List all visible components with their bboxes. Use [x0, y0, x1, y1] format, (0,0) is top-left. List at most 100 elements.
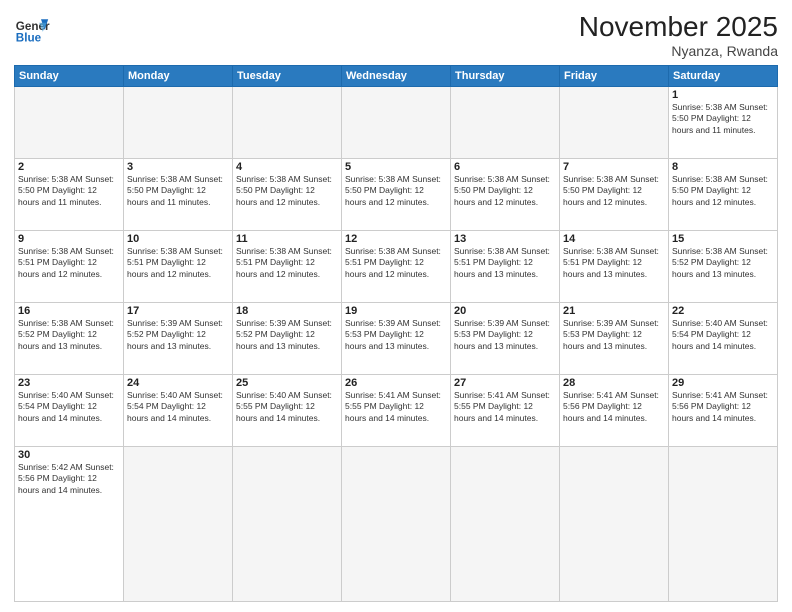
header: General Blue November 2025 Nyanza, Rwand… [14, 12, 778, 59]
col-tuesday: Tuesday [233, 65, 342, 86]
day-number: 6 [454, 161, 556, 173]
calendar-cell-3-1: 17Sunrise: 5:39 AM Sunset: 5:52 PM Dayli… [124, 302, 233, 374]
calendar-table: Sunday Monday Tuesday Wednesday Thursday… [14, 65, 778, 602]
day-info: Sunrise: 5:38 AM Sunset: 5:50 PM Dayligh… [18, 174, 120, 208]
calendar-cell-3-2: 18Sunrise: 5:39 AM Sunset: 5:52 PM Dayli… [233, 302, 342, 374]
calendar-cell-4-3: 26Sunrise: 5:41 AM Sunset: 5:55 PM Dayli… [342, 374, 451, 446]
calendar-cell-3-0: 16Sunrise: 5:38 AM Sunset: 5:52 PM Dayli… [15, 302, 124, 374]
day-info: Sunrise: 5:41 AM Sunset: 5:56 PM Dayligh… [672, 390, 774, 424]
calendar-cell-5-0: 30Sunrise: 5:42 AM Sunset: 5:56 PM Dayli… [15, 446, 124, 601]
day-info: Sunrise: 5:38 AM Sunset: 5:52 PM Dayligh… [18, 318, 120, 352]
day-number: 12 [345, 233, 447, 245]
calendar-cell-2-4: 13Sunrise: 5:38 AM Sunset: 5:51 PM Dayli… [451, 230, 560, 302]
calendar-cell-5-1 [124, 446, 233, 601]
calendar-cell-1-2: 4Sunrise: 5:38 AM Sunset: 5:50 PM Daylig… [233, 158, 342, 230]
day-info: Sunrise: 5:40 AM Sunset: 5:54 PM Dayligh… [672, 318, 774, 352]
week-row-3: 16Sunrise: 5:38 AM Sunset: 5:52 PM Dayli… [15, 302, 778, 374]
col-monday: Monday [124, 65, 233, 86]
day-number: 27 [454, 377, 556, 389]
calendar-cell-1-0: 2Sunrise: 5:38 AM Sunset: 5:50 PM Daylig… [15, 158, 124, 230]
page: General Blue November 2025 Nyanza, Rwand… [0, 0, 792, 612]
week-row-0: 1Sunrise: 5:38 AM Sunset: 5:50 PM Daylig… [15, 86, 778, 158]
calendar-title: November 2025 [579, 12, 778, 43]
day-number: 29 [672, 377, 774, 389]
week-row-5: 30Sunrise: 5:42 AM Sunset: 5:56 PM Dayli… [15, 446, 778, 601]
day-info: Sunrise: 5:41 AM Sunset: 5:55 PM Dayligh… [345, 390, 447, 424]
calendar-cell-1-4: 6Sunrise: 5:38 AM Sunset: 5:50 PM Daylig… [451, 158, 560, 230]
day-number: 22 [672, 305, 774, 317]
calendar-cell-5-5 [560, 446, 669, 601]
day-info: Sunrise: 5:38 AM Sunset: 5:50 PM Dayligh… [672, 174, 774, 208]
day-info: Sunrise: 5:39 AM Sunset: 5:52 PM Dayligh… [127, 318, 229, 352]
calendar-cell-5-3 [342, 446, 451, 601]
week-row-4: 23Sunrise: 5:40 AM Sunset: 5:54 PM Dayli… [15, 374, 778, 446]
day-info: Sunrise: 5:41 AM Sunset: 5:56 PM Dayligh… [563, 390, 665, 424]
day-number: 16 [18, 305, 120, 317]
day-number: 11 [236, 233, 338, 245]
calendar-cell-0-1 [124, 86, 233, 158]
day-number: 25 [236, 377, 338, 389]
calendar-cell-3-6: 22Sunrise: 5:40 AM Sunset: 5:54 PM Dayli… [669, 302, 778, 374]
day-number: 4 [236, 161, 338, 173]
calendar-cell-3-4: 20Sunrise: 5:39 AM Sunset: 5:53 PM Dayli… [451, 302, 560, 374]
calendar-cell-0-4 [451, 86, 560, 158]
day-number: 14 [563, 233, 665, 245]
day-info: Sunrise: 5:38 AM Sunset: 5:50 PM Dayligh… [454, 174, 556, 208]
day-info: Sunrise: 5:38 AM Sunset: 5:51 PM Dayligh… [345, 246, 447, 280]
calendar-cell-0-2 [233, 86, 342, 158]
calendar-cell-0-0 [15, 86, 124, 158]
calendar-cell-5-2 [233, 446, 342, 601]
day-info: Sunrise: 5:40 AM Sunset: 5:55 PM Dayligh… [236, 390, 338, 424]
calendar-cell-1-6: 8Sunrise: 5:38 AM Sunset: 5:50 PM Daylig… [669, 158, 778, 230]
calendar-cell-4-6: 29Sunrise: 5:41 AM Sunset: 5:56 PM Dayli… [669, 374, 778, 446]
day-number: 30 [18, 449, 120, 461]
week-row-2: 9Sunrise: 5:38 AM Sunset: 5:51 PM Daylig… [15, 230, 778, 302]
day-info: Sunrise: 5:38 AM Sunset: 5:50 PM Dayligh… [563, 174, 665, 208]
day-info: Sunrise: 5:39 AM Sunset: 5:53 PM Dayligh… [563, 318, 665, 352]
day-number: 13 [454, 233, 556, 245]
title-block: November 2025 Nyanza, Rwanda [579, 12, 778, 59]
calendar-cell-4-0: 23Sunrise: 5:40 AM Sunset: 5:54 PM Dayli… [15, 374, 124, 446]
day-info: Sunrise: 5:38 AM Sunset: 5:51 PM Dayligh… [236, 246, 338, 280]
day-number: 9 [18, 233, 120, 245]
calendar-cell-1-3: 5Sunrise: 5:38 AM Sunset: 5:50 PM Daylig… [342, 158, 451, 230]
calendar-cell-2-2: 11Sunrise: 5:38 AM Sunset: 5:51 PM Dayli… [233, 230, 342, 302]
logo: General Blue [14, 12, 50, 48]
day-info: Sunrise: 5:38 AM Sunset: 5:51 PM Dayligh… [127, 246, 229, 280]
day-number: 15 [672, 233, 774, 245]
col-saturday: Saturday [669, 65, 778, 86]
calendar-cell-0-3 [342, 86, 451, 158]
day-info: Sunrise: 5:41 AM Sunset: 5:55 PM Dayligh… [454, 390, 556, 424]
calendar-cell-1-1: 3Sunrise: 5:38 AM Sunset: 5:50 PM Daylig… [124, 158, 233, 230]
day-number: 18 [236, 305, 338, 317]
day-info: Sunrise: 5:39 AM Sunset: 5:53 PM Dayligh… [345, 318, 447, 352]
day-number: 17 [127, 305, 229, 317]
day-info: Sunrise: 5:39 AM Sunset: 5:52 PM Dayligh… [236, 318, 338, 352]
calendar-cell-0-6: 1Sunrise: 5:38 AM Sunset: 5:50 PM Daylig… [669, 86, 778, 158]
col-friday: Friday [560, 65, 669, 86]
day-number: 3 [127, 161, 229, 173]
calendar-cell-2-3: 12Sunrise: 5:38 AM Sunset: 5:51 PM Dayli… [342, 230, 451, 302]
week-row-1: 2Sunrise: 5:38 AM Sunset: 5:50 PM Daylig… [15, 158, 778, 230]
calendar-cell-2-5: 14Sunrise: 5:38 AM Sunset: 5:51 PM Dayli… [560, 230, 669, 302]
calendar-cell-1-5: 7Sunrise: 5:38 AM Sunset: 5:50 PM Daylig… [560, 158, 669, 230]
calendar-cell-0-5 [560, 86, 669, 158]
svg-text:Blue: Blue [16, 32, 42, 45]
calendar-cell-4-5: 28Sunrise: 5:41 AM Sunset: 5:56 PM Dayli… [560, 374, 669, 446]
calendar-cell-2-0: 9Sunrise: 5:38 AM Sunset: 5:51 PM Daylig… [15, 230, 124, 302]
day-info: Sunrise: 5:40 AM Sunset: 5:54 PM Dayligh… [127, 390, 229, 424]
day-number: 24 [127, 377, 229, 389]
day-info: Sunrise: 5:42 AM Sunset: 5:56 PM Dayligh… [18, 462, 120, 496]
day-info: Sunrise: 5:38 AM Sunset: 5:51 PM Dayligh… [18, 246, 120, 280]
day-number: 8 [672, 161, 774, 173]
day-number: 1 [672, 89, 774, 101]
day-info: Sunrise: 5:39 AM Sunset: 5:53 PM Dayligh… [454, 318, 556, 352]
day-info: Sunrise: 5:38 AM Sunset: 5:51 PM Dayligh… [454, 246, 556, 280]
col-thursday: Thursday [451, 65, 560, 86]
calendar-cell-3-3: 19Sunrise: 5:39 AM Sunset: 5:53 PM Dayli… [342, 302, 451, 374]
calendar-cell-4-2: 25Sunrise: 5:40 AM Sunset: 5:55 PM Dayli… [233, 374, 342, 446]
calendar-cell-2-6: 15Sunrise: 5:38 AM Sunset: 5:52 PM Dayli… [669, 230, 778, 302]
day-number: 5 [345, 161, 447, 173]
day-number: 26 [345, 377, 447, 389]
calendar-cell-5-4 [451, 446, 560, 601]
